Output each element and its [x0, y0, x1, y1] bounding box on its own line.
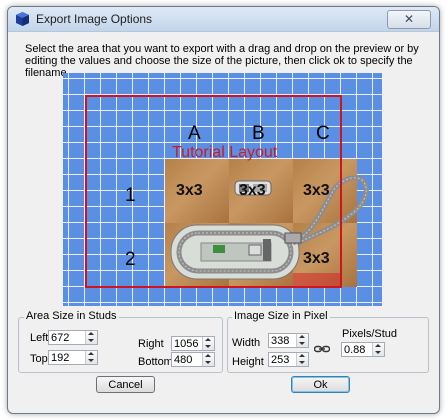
close-icon: ✕: [403, 12, 415, 26]
spin-up-icon: [299, 335, 305, 338]
bottom-label: Bottom: [138, 356, 173, 368]
top-label: Top: [30, 353, 48, 365]
width-label: Width: [232, 337, 261, 349]
chain-link-icon[interactable]: [314, 345, 330, 353]
right-spin-arrows[interactable]: [202, 337, 214, 350]
image-size-group-title: Image Size in Pixel: [232, 310, 330, 322]
height-stepper[interactable]: [268, 352, 310, 367]
app-cube-icon: [16, 12, 29, 26]
pixels-per-stud-spin-arrows[interactable]: [372, 343, 384, 356]
height-label: Height: [232, 356, 264, 368]
spin-up-icon: [205, 338, 211, 341]
spin-up-icon: [205, 354, 211, 357]
area-size-group-title: Area Size in Studs: [24, 310, 119, 322]
left-stepper[interactable]: [48, 330, 99, 345]
left-label: Left: [30, 332, 49, 344]
right-stepper[interactable]: [171, 336, 216, 351]
width-spin-arrows[interactable]: [296, 334, 308, 347]
spin-up-icon: [88, 352, 94, 355]
export-selection-rectangle[interactable]: [85, 95, 342, 288]
title-bar: Export Image Options ✕: [8, 7, 439, 32]
bottom-spin-arrows[interactable]: [202, 353, 214, 366]
ok-button[interactable]: Ok: [291, 376, 350, 393]
top-spin-arrows[interactable]: [85, 351, 97, 364]
close-button[interactable]: ✕: [387, 10, 431, 29]
pixels-per-stud-label: Pixels/Stud: [342, 328, 398, 340]
export-preview[interactable]: 3x3 3x3 3x3 3x3 A B C Tutorial Layout 1 …: [63, 73, 382, 306]
spin-down-icon: [88, 339, 94, 342]
spin-down-icon: [88, 359, 94, 362]
window-title: Export Image Options: [36, 12, 153, 26]
export-image-options-dialog: Export Image Options ✕ Select the area t…: [7, 6, 440, 414]
pixels-per-stud-stepper[interactable]: [341, 342, 386, 357]
left-spin-arrows[interactable]: [85, 331, 97, 344]
cancel-button[interactable]: Cancel: [96, 376, 155, 393]
spin-down-icon: [205, 361, 211, 364]
height-spin-arrows[interactable]: [296, 353, 308, 366]
spin-down-icon: [375, 351, 381, 354]
right-label: Right: [138, 338, 164, 350]
spin-up-icon: [299, 354, 305, 357]
spin-down-icon: [299, 361, 305, 364]
top-stepper[interactable]: [48, 350, 99, 365]
width-stepper[interactable]: [268, 333, 310, 348]
spin-down-icon: [205, 345, 211, 348]
spin-up-icon: [375, 344, 381, 347]
spin-up-icon: [88, 332, 94, 335]
bottom-stepper[interactable]: [171, 352, 216, 367]
spin-down-icon: [299, 342, 305, 345]
